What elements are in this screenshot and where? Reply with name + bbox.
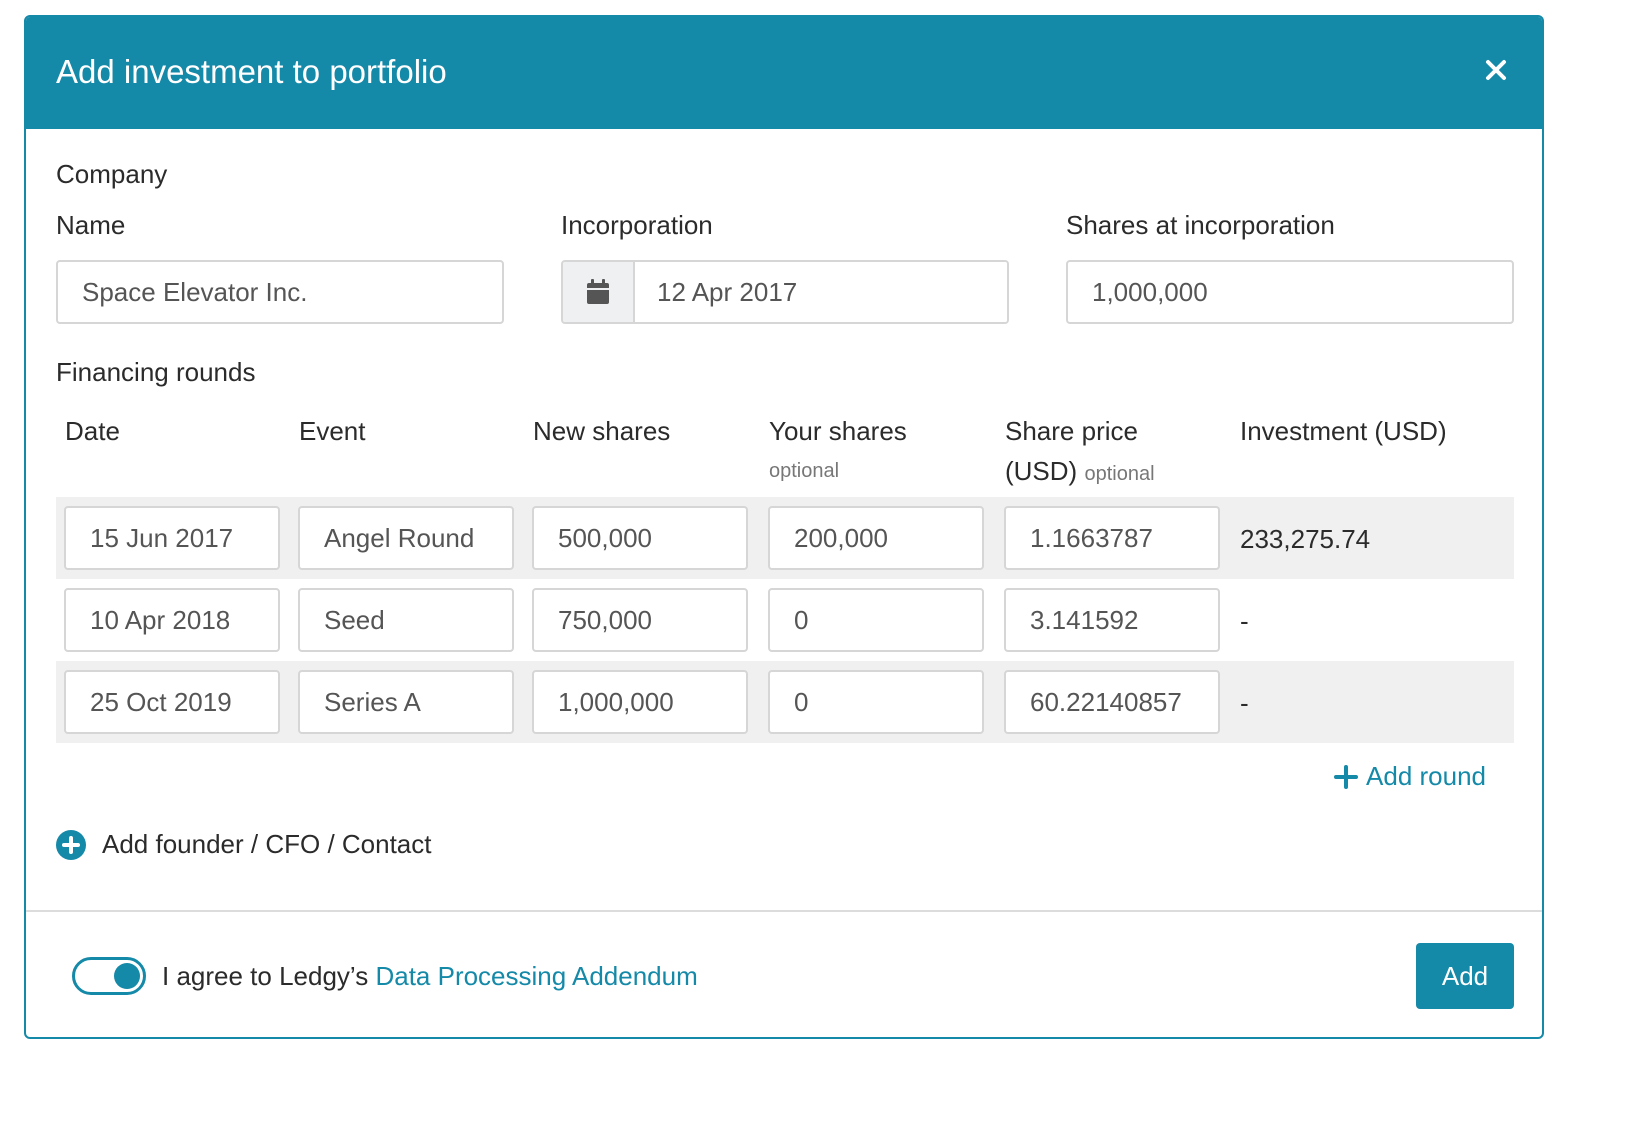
header-share-price-unit: (USD) [1005, 456, 1078, 486]
header-event: Event [299, 416, 366, 446]
plus-circle-icon [56, 829, 86, 860]
round-investment-value: 233,275.74 [1240, 524, 1371, 554]
round-investment-value: - [1240, 688, 1249, 718]
calendar-icon [587, 279, 609, 304]
round-event-input[interactable] [298, 506, 514, 570]
shares-at-incorporation-input[interactable] [1066, 260, 1514, 324]
round-your-shares-input[interactable] [768, 588, 984, 652]
add-button[interactable]: Add [1416, 943, 1514, 1009]
plus-icon [1334, 764, 1359, 789]
data-processing-addendum-link[interactable]: Data Processing Addendum [375, 961, 697, 991]
agree-toggle[interactable] [72, 957, 146, 995]
round-event-input[interactable] [298, 670, 514, 734]
header-share-price-label: Share price [1005, 416, 1138, 446]
round-new-shares-input[interactable] [532, 670, 748, 734]
modal-header: Add investment to portfolio [26, 17, 1542, 129]
incorporation-date-group [561, 260, 1009, 324]
round-share-price-input[interactable] [1004, 588, 1220, 652]
round-new-shares-input[interactable] [532, 588, 748, 652]
round-investment-value: - [1240, 606, 1249, 636]
add-contact-label: Add founder / CFO / Contact [102, 829, 432, 859]
incorporation-date-input[interactable] [635, 262, 1007, 322]
modal-title: Add investment to portfolio [56, 53, 447, 90]
financing-section-title: Financing rounds [56, 357, 256, 387]
add-round-button[interactable]: Add round [1334, 761, 1486, 792]
company-section-title: Company [56, 159, 168, 189]
header-your-shares: Your shares optional [769, 411, 907, 491]
company-name-input[interactable] [56, 260, 504, 324]
round-share-price-input[interactable] [1004, 506, 1220, 570]
round-new-shares-input[interactable] [532, 506, 748, 570]
round-your-shares-input[interactable] [768, 506, 984, 570]
header-new-shares: New shares [533, 416, 671, 446]
shares-at-incorporation-label: Shares at incorporation [1066, 210, 1335, 240]
header-investment: Investment (USD) [1240, 416, 1447, 446]
footer-divider [26, 910, 1542, 912]
agree-prefix: I agree to Ledgy’s [162, 961, 376, 991]
header-share-price: Share price (USD) optional [1005, 411, 1155, 494]
name-label: Name [56, 210, 126, 240]
calendar-button[interactable] [563, 262, 635, 322]
round-event-input[interactable] [298, 588, 514, 652]
header-date: Date [65, 416, 120, 446]
header-your-shares-note: optional [769, 460, 840, 482]
header-share-price-note: optional [1084, 463, 1155, 485]
close-button[interactable] [1478, 51, 1514, 87]
add-round-label: Add round [1366, 761, 1486, 791]
round-date-input[interactable] [64, 588, 280, 652]
incorporation-label: Incorporation [561, 210, 713, 240]
round-date-input[interactable] [64, 670, 280, 734]
header-your-shares-label: Your shares [769, 416, 907, 446]
toggle-knob [114, 963, 140, 989]
add-investment-modal: Add investment to portfolio Company Name… [24, 15, 1544, 1039]
agree-text: I agree to Ledgy’s Data Processing Adden… [162, 961, 698, 992]
round-your-shares-input[interactable] [768, 670, 984, 734]
add-contact-button[interactable]: Add founder / CFO / Contact [56, 829, 432, 860]
round-share-price-input[interactable] [1004, 670, 1220, 734]
round-date-input[interactable] [64, 506, 280, 570]
close-icon [1486, 60, 1506, 80]
